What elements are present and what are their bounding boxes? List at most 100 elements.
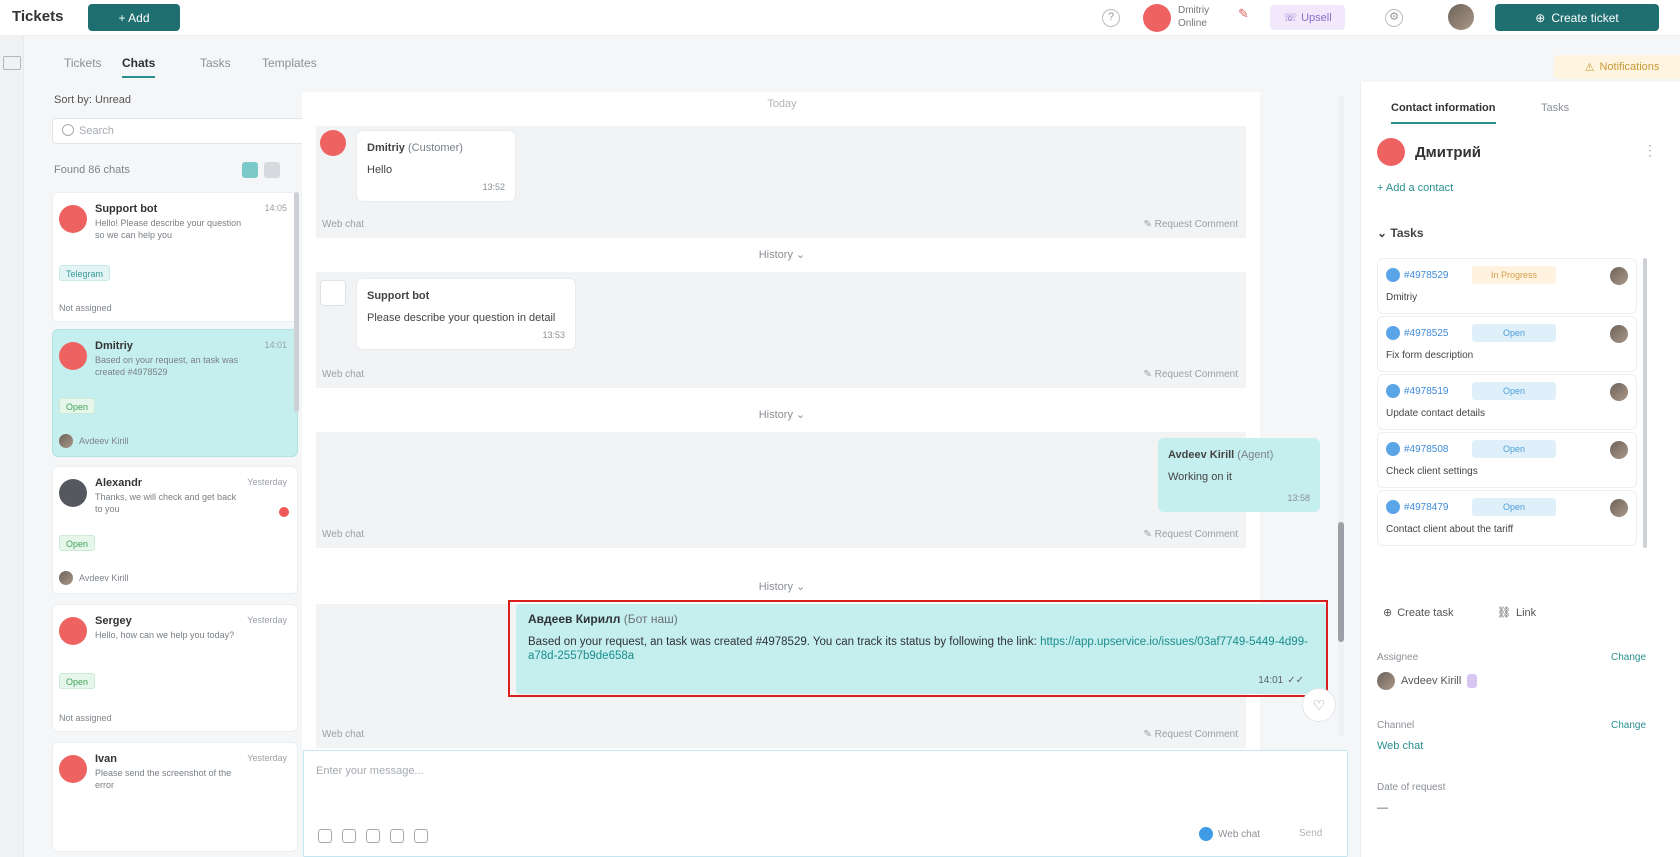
send-button[interactable]: Send <box>1299 828 1322 839</box>
message-author: Dmitriy <box>367 142 405 154</box>
message-channel: Web chat <box>322 529 365 540</box>
tasks-section-header[interactable]: ⌄ Tasks <box>1377 226 1424 240</box>
user-avatar[interactable] <box>1448 4 1474 30</box>
chat-name: Dmitriy <box>95 340 133 352</box>
add-contact-link[interactable]: + Add a contact <box>1377 182 1453 194</box>
task-title: Contact client about the tariff <box>1386 524 1514 535</box>
sort-dropdown[interactable]: Sort by: Unread <box>54 94 131 106</box>
template-icon[interactable] <box>366 829 380 843</box>
task-title: Dmitriy <box>1386 292 1418 303</box>
create-task-label: Create task <box>1397 606 1454 619</box>
chat-name: Ivan <box>95 753 118 765</box>
comment-icon: ✎ <box>1143 729 1155 740</box>
task-item[interactable]: #4978529 In Progress Dmitriy <box>1377 258 1637 314</box>
task-status-badge: Open <box>1472 382 1556 400</box>
list-item[interactable]: Sergey Yesterday Hello, how can we help … <box>52 604 298 732</box>
attach-icon[interactable] <box>318 829 332 843</box>
format-icon[interactable] <box>390 829 404 843</box>
request-comment-link[interactable]: ✎ Request Comment <box>1143 219 1238 230</box>
search-icon <box>62 124 74 136</box>
change-channel-link[interactable]: Change <box>1611 720 1646 731</box>
grid-view-icon[interactable] <box>264 162 280 178</box>
chat-assignee: Not assigned <box>59 713 112 723</box>
help-icon[interactable]: ? <box>1102 9 1120 27</box>
task-icon <box>1386 442 1400 456</box>
channel-value[interactable]: Web chat <box>1377 740 1423 752</box>
settings-icon[interactable]: ⚙ <box>1385 9 1403 27</box>
task-icon <box>1386 384 1400 398</box>
status-tag: Open <box>59 673 96 689</box>
agent-avatar[interactable] <box>1143 4 1171 32</box>
date-label: Date of request <box>1377 782 1446 793</box>
chat-scrollbar[interactable] <box>1338 96 1344 736</box>
message-bubble: Dmitriy (Customer) Hello 13:52 <box>356 130 516 202</box>
tab-tickets[interactable]: Tickets <box>64 56 102 76</box>
request-comment-link[interactable]: ✎ Request Comment <box>1143 729 1238 740</box>
list-item[interactable]: Ivan Yesterday Please send the screensho… <box>52 742 298 852</box>
task-assignee-avatar <box>1610 325 1628 343</box>
task-icon <box>1386 326 1400 340</box>
role-badge <box>1467 674 1478 688</box>
history-divider[interactable]: History ⌄ <box>302 248 1262 261</box>
upsell-chip[interactable]: ☏ Upsell <box>1270 5 1345 30</box>
list-item[interactable]: Support bot 14:05 Hello! Please describe… <box>52 192 298 322</box>
message-composer[interactable]: Enter your message... Web chat Send <box>303 750 1348 857</box>
tasks-scrollbar[interactable] <box>1643 258 1647 548</box>
chat-assignee: Avdeev Kirill <box>59 434 128 448</box>
send-channel-select[interactable]: Web chat <box>1199 827 1260 841</box>
message-channel: Web chat <box>322 219 365 230</box>
notifications-chip[interactable]: ⚠ Notifications <box>1554 55 1680 79</box>
heart-icon[interactable]: ♡ <box>1302 688 1336 722</box>
avatar <box>59 342 87 370</box>
request-comment-label: Request Comment <box>1154 729 1238 740</box>
chat-scrollbar-thumb[interactable] <box>1338 522 1344 642</box>
add-button[interactable]: + Add <box>88 4 180 31</box>
create-ticket-button[interactable]: ⊕ Create ticket <box>1495 4 1659 31</box>
search-input[interactable]: Search <box>52 118 310 144</box>
comment-icon: ✎ <box>1143 529 1155 540</box>
task-item[interactable]: #4978479 Open Contact client about the t… <box>1377 490 1637 546</box>
message-bubble: Avdeev Kirill (Agent) Working on it 13:5… <box>1158 438 1320 512</box>
status-tag: Open <box>59 398 96 414</box>
tab-tasks[interactable]: Tasks <box>1541 102 1569 122</box>
plus-icon: + <box>1377 182 1386 194</box>
assignee-value: Avdeev Kirill <box>1377 672 1478 690</box>
message-author: Avdeev Kirill <box>1168 449 1235 461</box>
tab-templates[interactable]: Templates <box>262 56 317 76</box>
history-divider[interactable]: History ⌄ <box>302 580 1262 593</box>
list-view-icon[interactable] <box>242 162 258 178</box>
list-item[interactable]: Alexandr Yesterday Thanks, we will check… <box>52 466 298 594</box>
task-status-badge: Open <box>1472 498 1556 516</box>
task-item[interactable]: #4978519 Open Update contact details <box>1377 374 1637 430</box>
menu-toggle-icon[interactable] <box>3 56 21 70</box>
message-time: 13:52 <box>482 182 505 192</box>
request-comment-link[interactable]: ✎ Request Comment <box>1143 369 1238 380</box>
list-scrollbar[interactable] <box>294 192 299 412</box>
assignee-name: Avdeev Kirill <box>79 573 129 583</box>
date-divider: Today <box>767 98 797 110</box>
tab-chats[interactable]: Chats <box>122 56 156 78</box>
pin-icon[interactable]: ✎ <box>1238 6 1249 22</box>
tab-contact-information[interactable]: Contact information <box>1391 102 1496 124</box>
chevron-down-icon: ⌄ <box>1377 226 1391 240</box>
change-assignee-link[interactable]: Change <box>1611 652 1646 663</box>
image-icon[interactable] <box>414 829 428 843</box>
emoji-icon[interactable] <box>342 829 356 843</box>
add-contact-label: Add a contact <box>1385 182 1454 194</box>
request-comment-link[interactable]: ✎ Request Comment <box>1143 529 1238 540</box>
link-task-button[interactable]: ⛓ Link <box>1497 606 1536 620</box>
task-icon <box>1386 268 1400 282</box>
chat-time: Yesterday <box>247 477 287 487</box>
create-task-button[interactable]: ⊕ Create task <box>1383 606 1454 620</box>
task-title: Fix form description <box>1386 350 1474 361</box>
history-divider[interactable]: History ⌄ <box>302 408 1262 421</box>
more-icon[interactable]: ⋮ <box>1643 142 1657 159</box>
task-item[interactable]: #4978525 Open Fix form description <box>1377 316 1637 372</box>
link-icon: ⛓ <box>1497 607 1511 619</box>
chat-preview: Please send the screenshot of the error <box>95 768 232 790</box>
list-item-active[interactable]: Dmitriy 14:01 Based on your request, an … <box>52 329 298 457</box>
tab-tasks[interactable]: Tasks <box>200 56 231 76</box>
task-item[interactable]: #4978508 Open Check client settings <box>1377 432 1637 488</box>
left-rail <box>0 36 24 857</box>
warning-icon: ⚠ <box>1584 61 1595 74</box>
